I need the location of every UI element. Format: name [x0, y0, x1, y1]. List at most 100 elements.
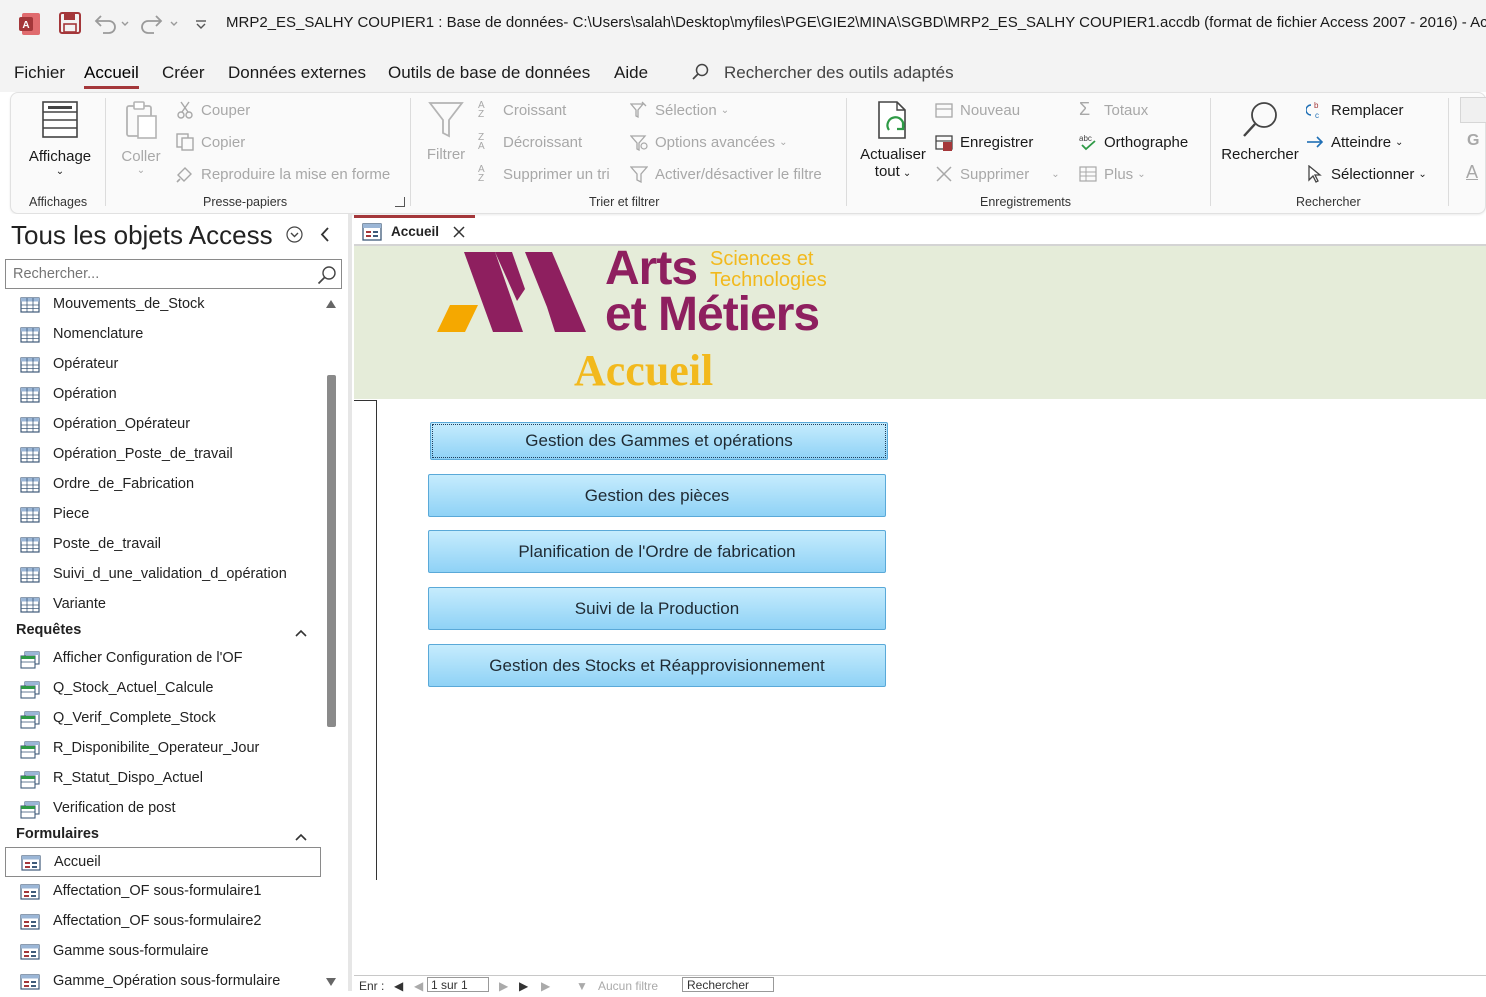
reproduire-mise-en-forme-button[interactable]: Reproduire la mise en forme: [176, 165, 390, 183]
couper-button[interactable]: Couper: [176, 101, 250, 119]
tell-me-search[interactable]: Rechercher des outils adaptés: [692, 63, 954, 83]
nav-item[interactable]: Opérateur: [5, 350, 321, 380]
save-icon[interactable]: [59, 12, 81, 39]
nav-item[interactable]: R_Statut_Dispo_Actuel: [5, 764, 321, 794]
supprimer-tri-button[interactable]: A Z Supprimer un tri: [478, 165, 610, 184]
svg-text:b: b: [1314, 101, 1319, 110]
rechercher-button[interactable]: Rechercher: [1220, 100, 1300, 163]
collapse-pane-icon[interactable]: [319, 226, 331, 248]
scroll-down-icon[interactable]: [326, 978, 336, 986]
pane-splitter[interactable]: [348, 214, 352, 991]
nav-item-label: R_Disponibilite_Operateur_Jour: [53, 740, 260, 756]
nav-scrollbar-thumb[interactable]: [327, 375, 336, 727]
enregistrer-button[interactable]: Enregistrer: [935, 133, 1033, 151]
nav-item[interactable]: Verification de post: [5, 794, 321, 824]
nav-item[interactable]: Nomenclature: [5, 320, 321, 350]
supprimer-button[interactable]: Supprimer ⌄: [935, 165, 1060, 183]
nav-item[interactable]: Ordre_de_Fabrication: [5, 470, 321, 500]
coller-button[interactable]: Coller ⌄: [116, 100, 166, 176]
nav-item[interactable]: Q_Stock_Actuel_Calcule: [5, 674, 321, 704]
nav-search-box[interactable]: [5, 259, 342, 289]
undo-icon[interactable]: [93, 12, 129, 39]
atteindre-button[interactable]: Atteindre ⌄: [1306, 133, 1403, 151]
query-icon: [20, 801, 40, 823]
scissors-icon: [177, 101, 193, 119]
nav-category-requetes[interactable]: Requêtes: [16, 622, 307, 638]
nav-item-label: Q_Stock_Actuel_Calcule: [53, 680, 214, 696]
chevron-down-icon: ⌄: [779, 136, 788, 148]
croissant-button[interactable]: A Z Croissant: [478, 100, 566, 120]
remplacer-button[interactable]: b c Remplacer: [1306, 101, 1404, 119]
sort-ascending-icon: AZ: [478, 100, 485, 120]
query-icon: [20, 771, 40, 793]
copier-button[interactable]: Copier: [176, 133, 245, 151]
nouveau-button[interactable]: Nouveau: [935, 101, 1020, 119]
chevron-up-icon[interactable]: [294, 626, 308, 642]
font-box[interactable]: [1460, 97, 1486, 123]
tab-creer[interactable]: Créer: [162, 63, 205, 83]
nav-item[interactable]: Q_Verif_Complete_Stock: [5, 704, 321, 734]
tab-accueil[interactable]: Accueil: [84, 63, 139, 89]
scroll-up-icon[interactable]: [326, 300, 336, 308]
nav-item[interactable]: Piece: [5, 500, 321, 530]
nav-item[interactable]: R_Disponibilite_Operateur_Jour: [5, 734, 321, 764]
totaux-button[interactable]: Σ Totaux: [1079, 100, 1148, 119]
decroissant-button[interactable]: Z A Décroissant: [478, 133, 582, 152]
nav-menu-icon[interactable]: [286, 226, 303, 248]
nav-search-input[interactable]: [6, 260, 306, 288]
selectionner-button[interactable]: Sélectionner ⌄: [1306, 165, 1427, 183]
nav-item[interactable]: Variante: [5, 590, 321, 620]
nav-item[interactable]: Affectation_OF sous-formulaire1: [5, 877, 321, 907]
nav-item[interactable]: Mouvements_de_Stock: [5, 290, 321, 320]
record-position-field[interactable]: 1 sur 1: [427, 977, 489, 992]
affichage-button[interactable]: Affichage ⌄: [24, 100, 96, 177]
search-icon[interactable]: [317, 265, 337, 285]
tab-fichier[interactable]: Fichier: [14, 63, 65, 83]
nav-item[interactable]: Gamme_Opération sous-formulaire: [5, 967, 321, 997]
tab-aide[interactable]: Aide: [614, 63, 648, 83]
nav-item[interactable]: Gamme sous-formulaire: [5, 937, 321, 967]
toggle-filter-button[interactable]: Activer/désactiver le filtre: [630, 165, 822, 183]
nav-item[interactable]: Accueil: [5, 847, 321, 877]
ribbon-separator: [105, 98, 106, 206]
nav-item-label: Mouvements_de_Stock: [53, 296, 205, 312]
form-icon: [21, 855, 41, 875]
gestion-stocks-button[interactable]: Gestion des Stocks et Réapprovisionnemen…: [428, 644, 886, 687]
selection-button[interactable]: Sélection ⌄: [630, 101, 729, 119]
nav-item-label: Suivi_d_une_validation_d_opération: [53, 566, 287, 582]
filtrer-button[interactable]: Filtrer: [424, 100, 468, 163]
planification-of-button[interactable]: Planification de l'Ordre de fabrication: [428, 530, 886, 573]
nav-item[interactable]: Afficher Configuration de l'OF: [5, 644, 321, 674]
nav-item[interactable]: Opération_Opérateur: [5, 410, 321, 440]
group-label-affichages: Affichages: [29, 195, 88, 209]
form-icon: [20, 914, 40, 934]
close-icon[interactable]: [453, 226, 465, 238]
tab-donnees-externes[interactable]: Données externes: [228, 63, 366, 83]
redo-icon[interactable]: [140, 12, 180, 39]
gestion-pieces-button[interactable]: Gestion des pièces: [428, 474, 886, 517]
nav-item[interactable]: Opération: [5, 380, 321, 410]
customize-quick-access-icon[interactable]: [194, 12, 208, 39]
suivi-production-button[interactable]: Suivi de la Production: [428, 587, 886, 630]
view-icon: [42, 101, 78, 138]
nav-category-formulaires[interactable]: Formulaires: [16, 826, 307, 842]
nav-item[interactable]: Affectation_OF sous-formulaire2: [5, 907, 321, 937]
nav-item[interactable]: Poste_de_travail: [5, 530, 321, 560]
plus-button[interactable]: Plus ⌄: [1079, 165, 1146, 183]
refresh-icon: [878, 101, 906, 139]
document-tab-accueil[interactable]: Accueil: [354, 215, 475, 245]
chevron-up-icon[interactable]: [294, 830, 308, 846]
table-icon: [20, 357, 40, 377]
dialog-launcher-icon[interactable]: [395, 197, 405, 207]
nav-item-label: Affectation_OF sous-formulaire2: [53, 913, 262, 929]
tab-outils-bdd[interactable]: Outils de base de données: [388, 63, 590, 83]
record-search-field[interactable]: Rechercher: [682, 977, 774, 992]
orthographe-button[interactable]: abc Orthographe: [1079, 133, 1188, 151]
actualiser-tout-button[interactable]: Actualiser tout ⌄: [858, 100, 928, 180]
nav-item[interactable]: Opération_Poste_de_travail: [5, 440, 321, 470]
options-avancees-button[interactable]: Options avancées ⌄: [630, 133, 787, 151]
nav-item[interactable]: Suivi_d_une_validation_d_opération: [5, 560, 321, 590]
font-color-icon[interactable]: A: [1466, 162, 1478, 183]
bold-icon[interactable]: G: [1467, 132, 1479, 150]
gestion-gammes-button[interactable]: Gestion des Gammes et opérations: [430, 422, 888, 460]
